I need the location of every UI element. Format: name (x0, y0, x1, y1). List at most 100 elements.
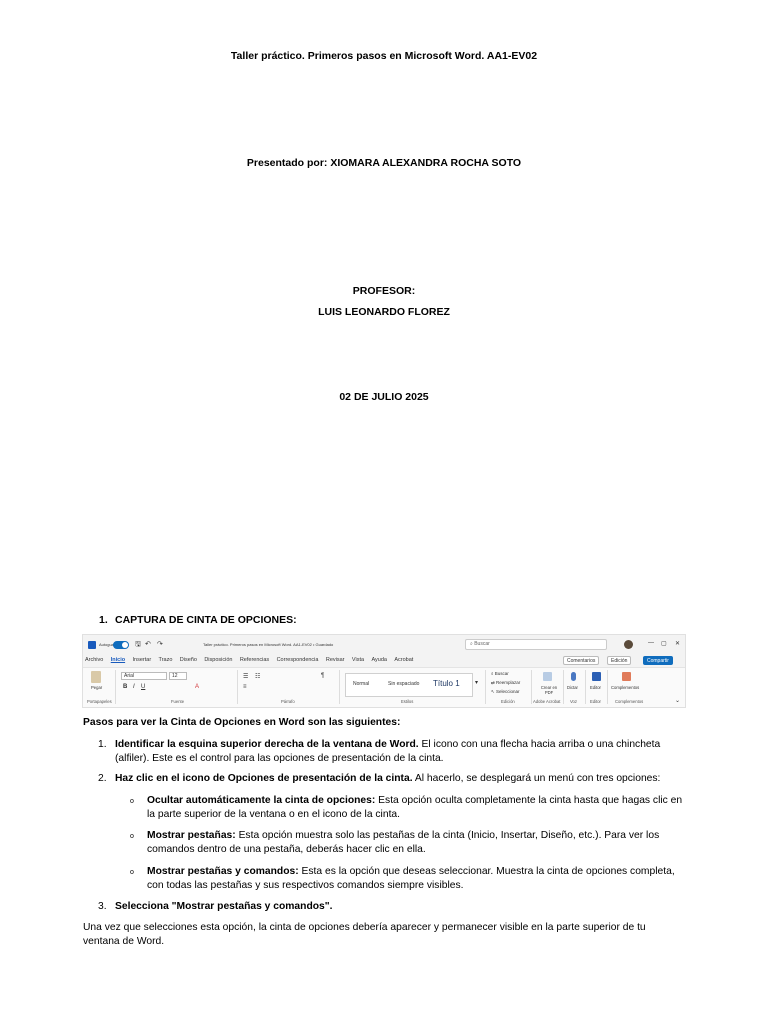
group-label-font: Fuente (171, 699, 185, 704)
list-number: 2. (98, 773, 107, 784)
tab-trazo[interactable]: Trazo (159, 657, 173, 663)
addins-label: Complementos (611, 685, 640, 690)
save-icon[interactable]: 🖫 (135, 640, 141, 651)
style-no-spacing[interactable]: Sin espaciado (388, 681, 419, 687)
dictate-label: Dictar (567, 685, 578, 690)
bullet: o (130, 833, 134, 840)
presented-by: Presentado por: XIOMARA ALEXANDRA ROCHA … (246, 157, 522, 169)
replace-label: Reemplazar (496, 680, 521, 685)
list-item: 3. Selecciona "Mostrar pestañas y comando… (98, 900, 685, 914)
share-button[interactable]: Compartir (643, 656, 673, 665)
paste-label: Pegar (91, 685, 103, 690)
tab-inicio[interactable]: Inicio (111, 657, 125, 663)
tab-referencias[interactable]: Referencias (240, 657, 269, 663)
tab-vista[interactable]: Vista (352, 657, 364, 663)
group-divider (237, 670, 238, 704)
ribbon-screenshot: Autoguardado 🖫 ↶ ↷ Taller práctico. Prim… (82, 634, 686, 708)
window-doc-title: Taller práctico. Primeros pasos en Micro… (203, 642, 334, 647)
editing-button[interactable]: Edición (607, 656, 632, 665)
tab-archivo[interactable]: Archivo (85, 657, 103, 663)
group-divider (339, 670, 340, 704)
list-item-bold: Haz clic en el icono de Opciones de pres… (115, 773, 413, 784)
editor-icon[interactable] (592, 672, 601, 681)
font-size-select[interactable]: 12 (169, 672, 187, 680)
professor-label: PROFESOR: (352, 285, 416, 297)
group-divider (531, 670, 532, 704)
microphone-icon[interactable] (571, 672, 576, 681)
group-label-addins: Complementos (615, 699, 644, 704)
font-color-icon[interactable]: A (195, 684, 199, 690)
document-title: Taller práctico. Primeros pasos en Micro… (230, 50, 538, 62)
group-label-acrobat: Adobe Acrobat (533, 699, 561, 704)
list-item-text: Al hacerlo, se desplegará un menú con tr… (412, 773, 661, 784)
avatar[interactable] (624, 640, 633, 649)
list-item: 1. Identificar la esquina superior derech… (98, 738, 685, 766)
replace-button[interactable]: ⇄ Reemplazar (491, 680, 520, 686)
editor-label: Editor (590, 685, 601, 690)
search-icon: ⌕ (470, 641, 473, 647)
undo-icon[interactable]: ↶ (145, 640, 151, 648)
section-title: CAPTURA DE CINTA DE OPCIONES: (115, 614, 297, 626)
group-label-voice: Voz (570, 699, 577, 704)
sub-item-bold: Mostrar pestañas: (147, 830, 236, 841)
word-logo-icon (88, 641, 96, 649)
select-label: Seleccionar (496, 689, 520, 694)
group-divider (585, 670, 586, 704)
group-label-editor: Editor (590, 699, 601, 704)
list-number: 3. (98, 901, 107, 912)
sub-item-bold: Mostrar pestañas y comandos: (147, 866, 299, 877)
search-placeholder: Buscar (474, 641, 490, 647)
select-button[interactable]: ↖ Seleccionar (491, 689, 520, 695)
tab-ayuda[interactable]: Ayuda (371, 657, 387, 663)
tab-revisar[interactable]: Revisar (326, 657, 345, 663)
comments-button[interactable]: Comentarios (563, 656, 600, 665)
bullet: o (130, 869, 134, 876)
find-button[interactable]: ⌕ Buscar (491, 671, 509, 676)
addins-icon[interactable] (622, 672, 631, 681)
sub-item-bold: Ocultar automáticamente la cinta de opci… (147, 795, 376, 806)
styles-expand-icon[interactable]: ▾ (475, 679, 478, 686)
create-pdf-icon[interactable] (543, 672, 552, 681)
group-divider (607, 670, 608, 704)
style-normal[interactable]: Normal (353, 681, 369, 687)
section-number: 1. (99, 614, 108, 626)
sub-list-item: o Mostrar pestañas y comandos: Esta es la… (130, 865, 685, 893)
group-divider (563, 670, 564, 704)
sub-list-item: o Ocultar automáticamente la cinta de opc… (130, 794, 685, 822)
list-number: 1. (98, 739, 107, 750)
sub-list-item: o Mostrar pestañas: Esta opción muestra s… (130, 829, 685, 857)
collapse-ribbon-icon[interactable]: ⌄ (675, 697, 680, 704)
font-name-select[interactable]: Arial (121, 672, 167, 680)
tab-diseno[interactable]: Diseño (180, 657, 197, 663)
group-label-styles: Estilos (401, 699, 414, 704)
close-button[interactable]: ✕ (675, 640, 680, 647)
tab-acrobat[interactable]: Acrobat (394, 657, 413, 663)
italic-icon[interactable]: I (133, 684, 135, 690)
tab-insertar[interactable]: Insertar (133, 657, 152, 663)
section-heading: 1. CAPTURA DE CINTA DE OPCIONES: (99, 614, 297, 626)
autosave-toggle[interactable] (113, 641, 129, 649)
create-pdf-label: Crear en PDF (540, 685, 558, 695)
list-item: 2. Haz clic en el icono de Opciones de pr… (98, 772, 685, 786)
bullets-icon[interactable]: ☰ (243, 673, 248, 680)
minimize-button[interactable]: — (648, 640, 654, 646)
align-left-icon[interactable]: ≡ (243, 684, 247, 690)
tab-correspondencia[interactable]: Correspondencia (277, 657, 319, 663)
group-label-paragraph: Párrafo (281, 699, 295, 704)
group-divider (485, 670, 486, 704)
find-label: Buscar (494, 671, 509, 676)
underline-icon[interactable]: U (141, 684, 145, 690)
group-label-editing: Edición (501, 699, 515, 704)
bold-icon[interactable]: B (123, 684, 127, 690)
paste-icon[interactable] (91, 671, 101, 683)
redo-icon[interactable]: ↷ (157, 640, 163, 648)
steps-intro: Pasos para ver la Cinta de Opciones en W… (83, 717, 401, 728)
document-date: 02 DE JULIO 2025 (339, 391, 429, 403)
list-item-bold: Identificar la esquina superior derecha … (115, 739, 419, 750)
maximize-button[interactable]: ▢ (661, 640, 667, 647)
pilcrow-icon[interactable]: ¶ (321, 673, 324, 679)
search-input[interactable]: ⌕ Buscar (465, 639, 607, 650)
tab-disposicion[interactable]: Disposición (204, 657, 232, 663)
style-heading1[interactable]: Título 1 (433, 679, 460, 688)
numbering-icon[interactable]: ☷ (255, 673, 260, 680)
